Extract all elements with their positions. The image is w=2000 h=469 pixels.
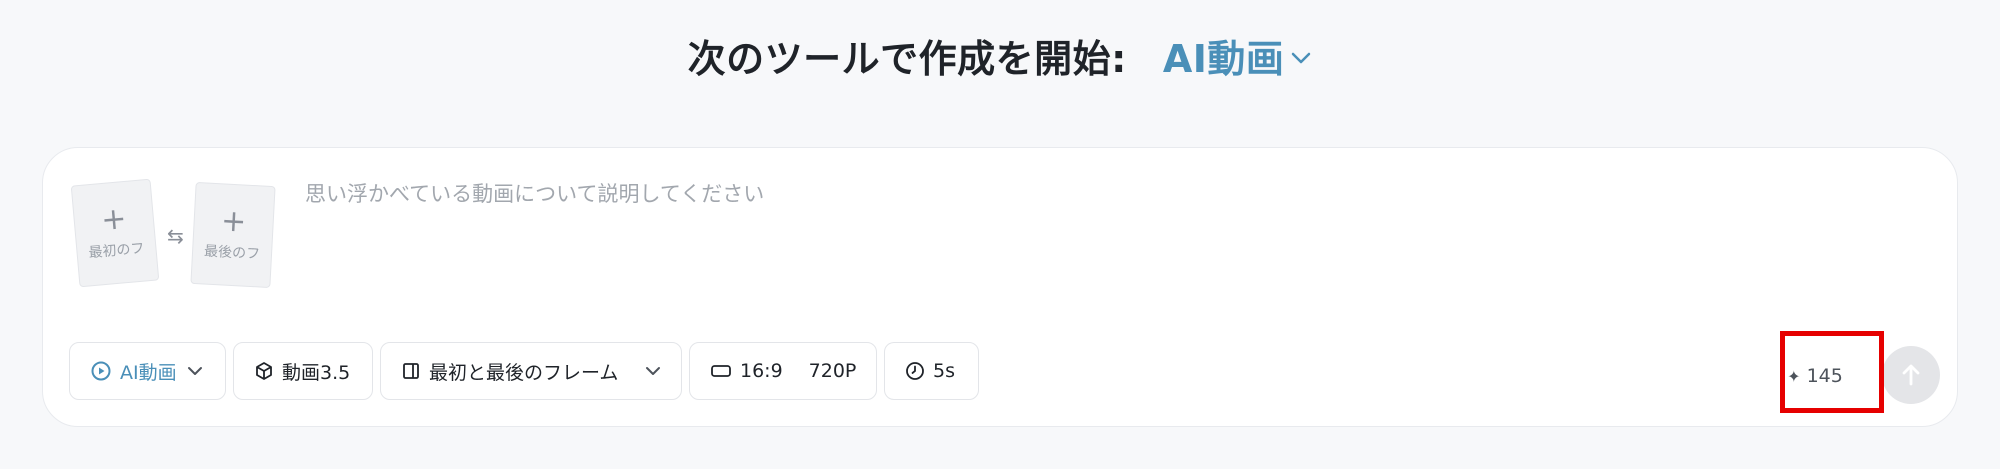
frames-mode-label: 最初と最後のフレーム <box>429 361 619 384</box>
mode-dropdown[interactable]: AI動画 <box>69 342 226 400</box>
submit-button[interactable] <box>1882 346 1940 404</box>
credits-value: 145 <box>1806 365 1843 387</box>
duration-selector[interactable]: 5s <box>884 342 979 400</box>
page-heading: 次のツールで作成を開始: AI動画 <box>0 28 2000 83</box>
aspect-ratio-selector[interactable]: 16:9 720P <box>689 342 877 400</box>
credits-indicator: ✦ 145 <box>1780 356 1850 396</box>
plus-icon: + <box>99 201 128 239</box>
video-play-icon <box>91 361 111 381</box>
aspect-ratio-icon <box>711 365 731 377</box>
heading-prefix: 次のツールで作成を開始: <box>687 37 1127 81</box>
first-frame-label: 最初のフ <box>87 240 146 262</box>
arrow-up-icon <box>1902 364 1920 386</box>
mode-label: AI動画 <box>120 361 177 384</box>
aspect-ratio-label: 16:9 <box>740 360 783 382</box>
last-frame-label: 最後のフ <box>203 243 261 263</box>
frame-layout-icon <box>403 363 419 379</box>
plus-icon: + <box>220 203 248 240</box>
last-frame-upload[interactable]: + 最後のフ <box>190 181 276 289</box>
first-frame-upload[interactable]: + 最初のフ <box>70 178 160 288</box>
chevron-down-icon <box>646 367 660 375</box>
clock-icon <box>906 362 924 380</box>
spark-icon: ✦ <box>1787 366 1801 386</box>
frames-mode-dropdown[interactable]: 最初と最後のフレーム <box>380 342 682 400</box>
model-label: 動画3.5 <box>282 361 351 384</box>
resolution-label: 720P <box>808 360 857 382</box>
tool-selector-label: AI動画 <box>1162 37 1285 81</box>
chevron-down-icon <box>187 367 202 375</box>
toolbar: AI動画 動画3.5 最初と最後のフレーム 16:9 720P 5s <box>69 342 979 400</box>
prompt-card: + 最初のフ ⇆ + 最後のフ AI動画 動画3.5 最初と最後のフレーム <box>42 147 1958 427</box>
cube-icon <box>256 362 272 380</box>
model-selector[interactable]: 動画3.5 <box>233 342 373 400</box>
chevron-down-icon <box>1292 52 1311 63</box>
prompt-input[interactable] <box>305 178 1805 298</box>
page: 次のツールで作成を開始: AI動画 + 最初のフ ⇆ + 最後のフ AI動画 動… <box>0 0 2000 469</box>
duration-label: 5s <box>933 360 955 382</box>
tool-selector[interactable]: AI動画 <box>1163 28 1313 83</box>
swap-icon[interactable]: ⇆ <box>167 224 184 248</box>
